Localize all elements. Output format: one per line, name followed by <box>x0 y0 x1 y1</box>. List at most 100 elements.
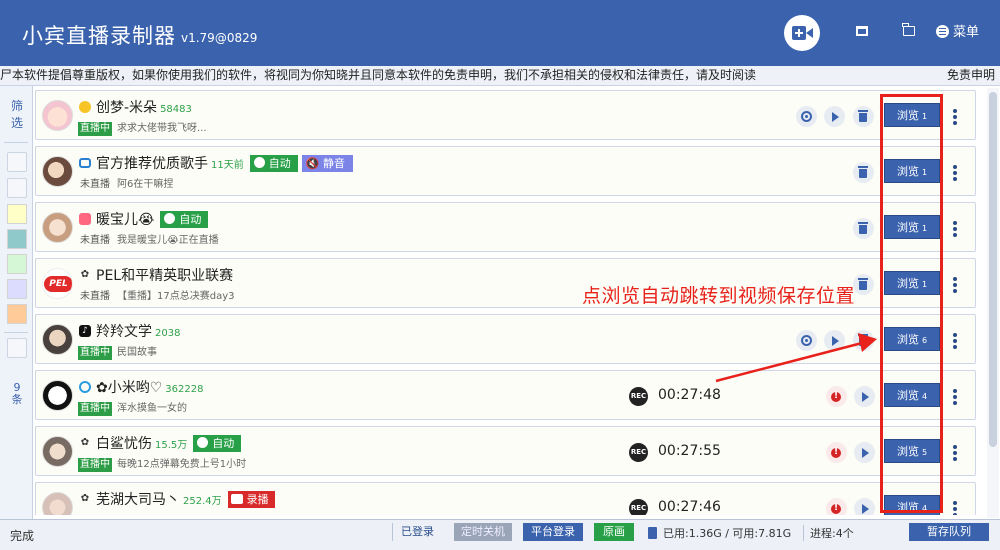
platform-login-button[interactable]: 平台登录 <box>523 523 583 541</box>
stop-record-button[interactable] <box>826 386 847 407</box>
record-toggle-button[interactable] <box>796 330 817 351</box>
original-quality-button[interactable]: 原画 <box>594 523 634 541</box>
more-options-icon[interactable] <box>952 162 958 182</box>
rec-icon: REC <box>629 443 648 462</box>
list-item[interactable]: ✿小米哟♡362228 直播中 浑水摸鱼一女的 REC 00:27:48 浏览4 <box>35 370 976 420</box>
camera-icon <box>806 28 813 38</box>
item-count: 9条 <box>11 381 23 406</box>
avatar <box>42 436 73 467</box>
status-bar: 完成 已登录 定时关机 平台登录 原画 已用:1.36G / 可用:7.81G … <box>0 519 1000 550</box>
fans-count: 15.5万 <box>155 440 188 451</box>
pink-platform-icon <box>79 213 91 225</box>
douyin-icon: ♪ <box>79 325 91 337</box>
auto-icon <box>197 437 209 448</box>
menu-icon <box>936 25 949 38</box>
add-record-button[interactable] <box>784 15 820 51</box>
list-scrollbar[interactable] <box>987 88 999 518</box>
list-item[interactable]: 创梦-米朵 58483 直播中 求求大佬带我飞呀... 浏览 1 <box>35 90 976 140</box>
disk-info-text: 已用:1.36G / 可用:7.81G <box>663 527 792 540</box>
rec-icon: REC <box>629 499 648 515</box>
left-sidebar: 筛选 9条 <box>0 86 33 519</box>
record-toggle-button[interactable] <box>796 106 817 127</box>
delete-button[interactable] <box>853 218 874 239</box>
search-icon[interactable] <box>7 178 27 198</box>
play-button[interactable] <box>824 330 845 351</box>
bear-icon: ✿ <box>80 437 90 448</box>
disk-icon <box>648 527 657 539</box>
menu-label: 菜单 <box>953 25 980 40</box>
auto-tag-label: 自动 <box>268 157 291 170</box>
play-button[interactable] <box>824 106 845 127</box>
status-badge: 直播中 <box>78 402 112 416</box>
status-badge: 未直播 <box>80 235 110 246</box>
video-icon <box>230 494 243 504</box>
color-filter-orange[interactable] <box>7 304 27 324</box>
scrollbar-thumb[interactable] <box>989 92 997 447</box>
more-options-icon[interactable] <box>952 498 958 515</box>
list-item[interactable]: ✿ 白鲨忧伤 15.5万 自动 直播中 每晚12点弹幕免费上号1小时 REC 00:… <box>35 426 976 476</box>
list-item[interactable]: ✿ 芜湖大司马丶252.4万录播 REC 00:27:46 浏览4 <box>35 482 976 515</box>
filter-button[interactable]: 筛选 <box>9 98 25 132</box>
disk-info: 已用:1.36G / 可用:7.81G <box>648 525 791 541</box>
app-version: v1.79@0829 <box>181 31 258 45</box>
list-item[interactable]: 官方推荐优质歌手 11天前 自动 🔇 静音 未直播 阿6在干嘛捏 浏览 1 <box>35 146 976 196</box>
color-filter-teal[interactable] <box>7 229 27 249</box>
stop-record-button[interactable] <box>826 498 847 515</box>
list-item[interactable]: ♪ 羚羚文学 2038 直播中 民国故事 浏览 6 <box>35 314 976 364</box>
play-button[interactable] <box>854 498 875 515</box>
room-title: 浑水摸鱼一女的 <box>117 403 187 414</box>
color-filter-purple[interactable] <box>7 279 27 299</box>
delete-button[interactable] <box>853 330 874 351</box>
timer-shutdown-button[interactable]: 定时关机 <box>454 523 512 541</box>
room-title: 【重播】17点总决赛day3 <box>117 291 235 302</box>
auto-tag[interactable]: 自动 <box>249 155 298 172</box>
rec-icon: REC <box>629 387 648 406</box>
replay-tag[interactable]: 录播 <box>227 491 275 508</box>
mute-icon: 🔇 <box>305 157 320 170</box>
avatar: PEL <box>42 268 73 299</box>
replay-tag-label: 录播 <box>246 493 269 506</box>
no-filter-icon[interactable] <box>7 152 27 172</box>
more-options-icon[interactable] <box>952 442 958 462</box>
more-options-icon[interactable] <box>952 330 958 350</box>
folder-icon[interactable] <box>902 23 915 36</box>
menu-button[interactable]: 菜单 <box>936 24 979 42</box>
disclaimer-text: 尸本软件提倡尊重版权，如果你使用我们的软件，将视同为你知晓并且同意本软件的免责申… <box>0 68 757 82</box>
blue-ring-icon <box>79 381 91 393</box>
more-options-icon[interactable] <box>952 386 958 406</box>
recording-time: 00:27:46 <box>658 499 721 515</box>
sidebar-divider <box>4 332 28 333</box>
delete-button[interactable] <box>853 274 874 295</box>
more-options-icon[interactable] <box>952 274 958 294</box>
color-filter-green[interactable] <box>7 254 27 274</box>
more-options-icon[interactable] <box>952 218 958 238</box>
room-title: 我是暖宝儿😭正在直播 <box>117 235 219 246</box>
mute-tag-label: 静音 <box>322 157 345 170</box>
pause-queue-button[interactable]: 暂存队列 <box>909 523 989 541</box>
disclaimer-link[interactable]: 免责申明 <box>942 66 995 85</box>
more-options-icon[interactable] <box>952 106 958 126</box>
plus-icon <box>792 26 806 40</box>
stop-record-button[interactable] <box>826 442 847 463</box>
delete-button[interactable] <box>853 162 874 183</box>
logged-in-button[interactable]: 已登录 <box>392 523 442 541</box>
maximize-icon[interactable] <box>856 26 868 36</box>
list-item[interactable]: 暖宝儿😭 自动 未直播 我是暖宝儿😭正在直播 浏览 1 <box>35 202 976 252</box>
clear-filter-icon[interactable] <box>7 338 27 358</box>
avatar <box>42 100 73 131</box>
auto-icon <box>253 157 265 168</box>
avatar <box>42 156 73 187</box>
auto-tag-label: 自动 <box>212 437 235 450</box>
auto-tag-label: 自动 <box>179 213 202 226</box>
play-button[interactable] <box>854 442 875 463</box>
streamer-name: 暖宝儿😭 <box>96 212 155 228</box>
play-button[interactable] <box>854 386 875 407</box>
auto-tag[interactable]: 自动 <box>160 211 209 228</box>
auto-tag[interactable]: 自动 <box>193 435 242 452</box>
status-text: 完成 <box>10 529 35 543</box>
disclaimer-bar: 尸本软件提倡尊重版权，如果你使用我们的软件，将视同为你知晓并且同意本软件的免责申… <box>0 66 1000 86</box>
mute-tag[interactable]: 🔇 静音 <box>301 155 353 172</box>
color-filter-yellow[interactable] <box>7 204 27 224</box>
delete-button[interactable] <box>853 106 874 127</box>
fans-count: 252.4万 <box>183 496 222 507</box>
